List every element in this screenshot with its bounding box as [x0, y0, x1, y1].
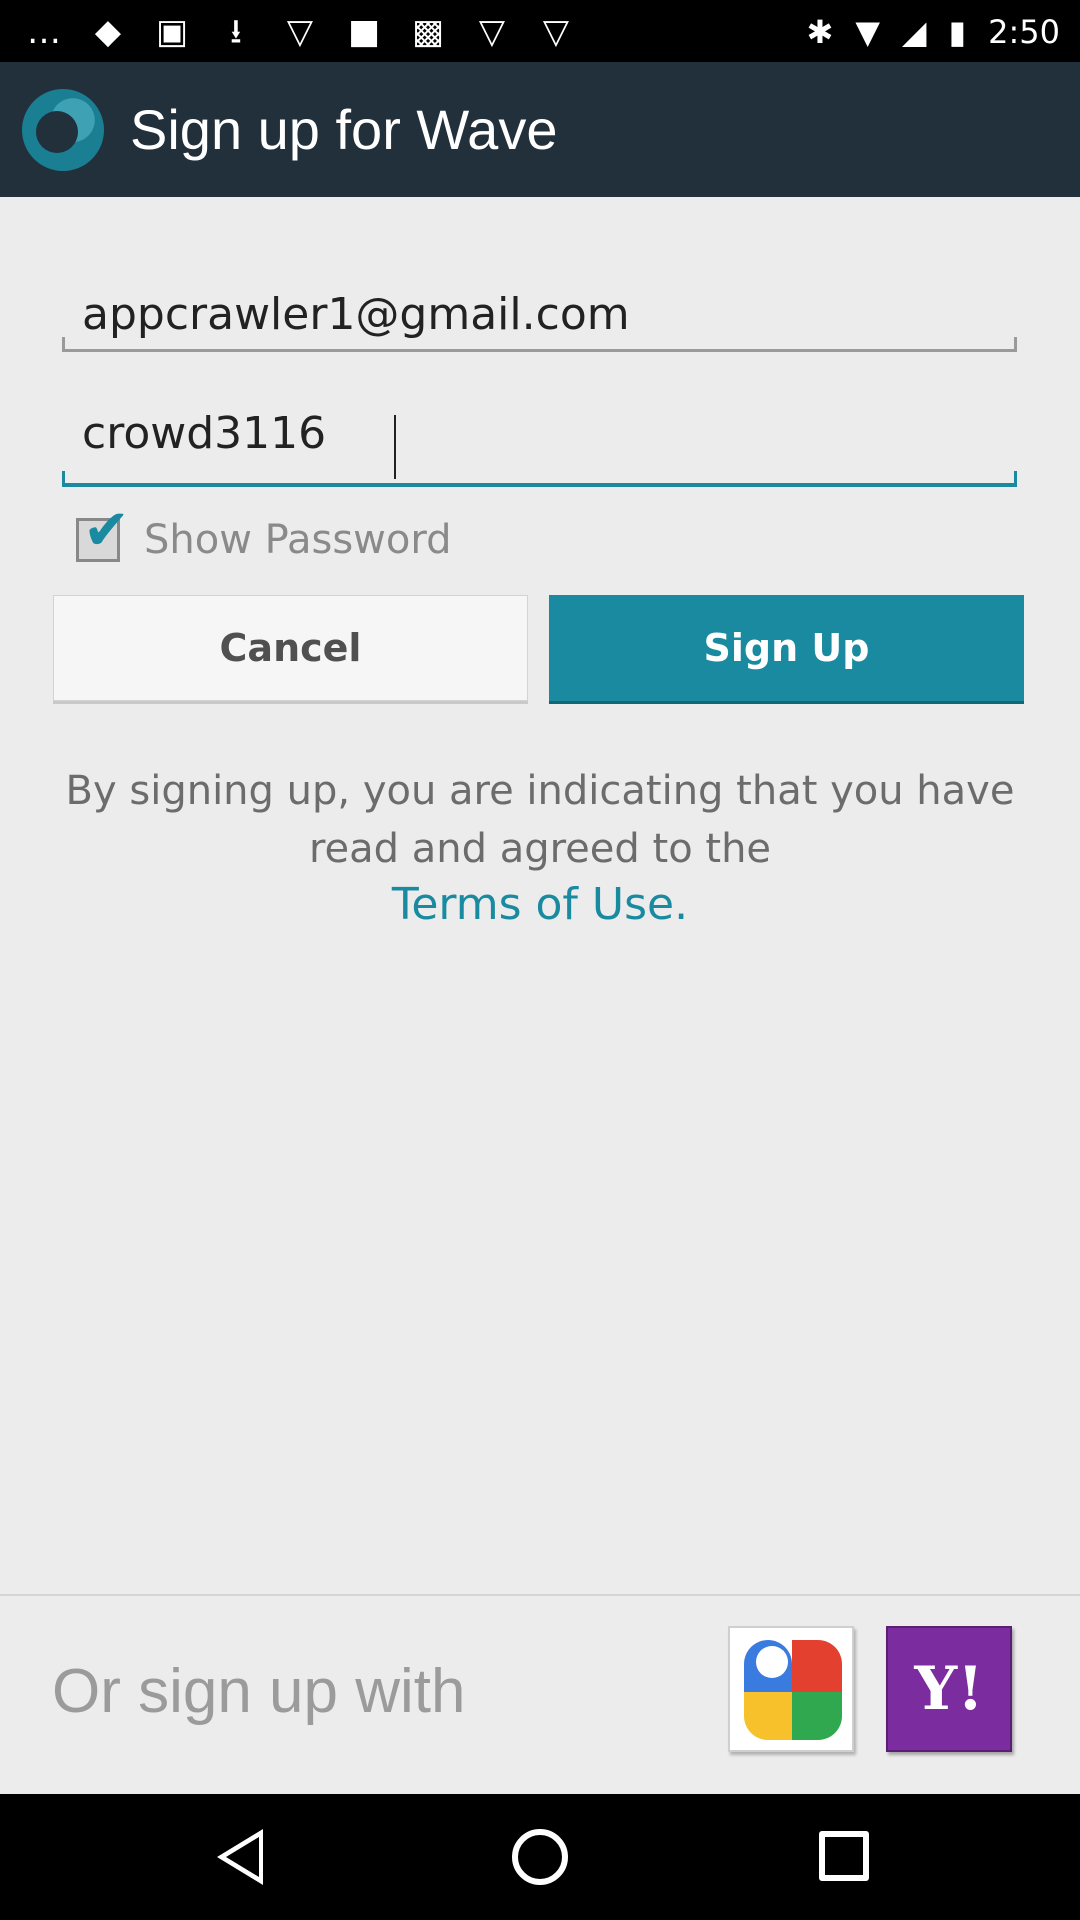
email-field[interactable] [62, 282, 1017, 346]
recent-apps-button[interactable] [803, 1817, 883, 1897]
wave-logo-icon [22, 88, 104, 171]
wifi-icon: ▽ [286, 12, 314, 52]
status-time: 2:50 [988, 13, 1060, 51]
signup-form: ✔ Show Password Cancel Sign Up By signin… [0, 197, 1080, 1594]
field-corner [62, 337, 65, 349]
sign-up-button[interactable]: Sign Up [549, 595, 1024, 701]
store-icon: ▣ [155, 12, 189, 52]
yahoo-signup-button[interactable]: Y! [886, 1626, 1012, 1752]
home-button[interactable] [500, 1817, 580, 1897]
checkmark-icon: ✔ [83, 498, 130, 563]
recent-apps-icon [819, 1831, 869, 1881]
battery-icon: ▮ [948, 13, 967, 51]
home-icon [512, 1829, 568, 1885]
text-cursor [394, 415, 396, 479]
status-bar: … ◆ ▣ ⭳ ▽ ■ ▩ ▽ ▽ ✱ ▼ ◢ ▮ 2:50 [0, 0, 1080, 62]
google-icon-part [756, 1646, 788, 1678]
shield-icon: ◆ [94, 12, 122, 52]
page-title: Sign up for Wave [130, 98, 558, 161]
back-button[interactable] [203, 1817, 283, 1897]
image-icon: ■ [347, 12, 381, 52]
chat-icon: … [27, 12, 61, 52]
google-icon-part [792, 1692, 842, 1740]
field-corner [1014, 337, 1017, 349]
password-field[interactable] [62, 412, 1017, 478]
google-signup-button[interactable] [728, 1626, 854, 1752]
signal-icon: ◢ [901, 13, 927, 51]
show-password-checkbox[interactable]: ✔ [76, 503, 130, 562]
back-icon [217, 1829, 263, 1885]
field-corner [62, 471, 65, 483]
wifi-icon: ▽ [542, 12, 570, 52]
wifi-icon: ▼ [855, 13, 880, 51]
alt-signup-section: Or sign up with Y! [0, 1596, 1080, 1794]
terms-of-use-link[interactable]: Terms of Use. [40, 879, 1040, 930]
game-icon: ▩ [411, 12, 445, 52]
system-icons: ✱ ▼ ◢ ▮ 2:50 [807, 10, 1061, 54]
notification-icons: … ◆ ▣ ⭳ ▽ ■ ▩ ▽ ▽ [24, 10, 576, 54]
google-icon-part [744, 1692, 792, 1740]
download-icon: ⭳ [230, 12, 242, 52]
terms-text: By signing up, you are indicating that y… [65, 768, 1015, 872]
show-password-toggle[interactable]: ✔ Show Password [76, 503, 452, 565]
wifi-icon: ▽ [478, 12, 506, 52]
show-password-label: Show Password [144, 517, 452, 563]
navigation-bar [0, 1794, 1080, 1920]
cancel-button[interactable]: Cancel [53, 595, 528, 701]
password-field-container [62, 412, 1017, 487]
email-field-container [62, 282, 1017, 352]
app-bar: Sign up for Wave [0, 62, 1080, 197]
bluetooth-icon: ✱ [806, 13, 834, 51]
google-icon-part [792, 1640, 842, 1692]
or-sign-up-label: Or sign up with [52, 1657, 466, 1726]
yahoo-icon: Y! [914, 1654, 984, 1724]
field-corner [1014, 471, 1017, 483]
